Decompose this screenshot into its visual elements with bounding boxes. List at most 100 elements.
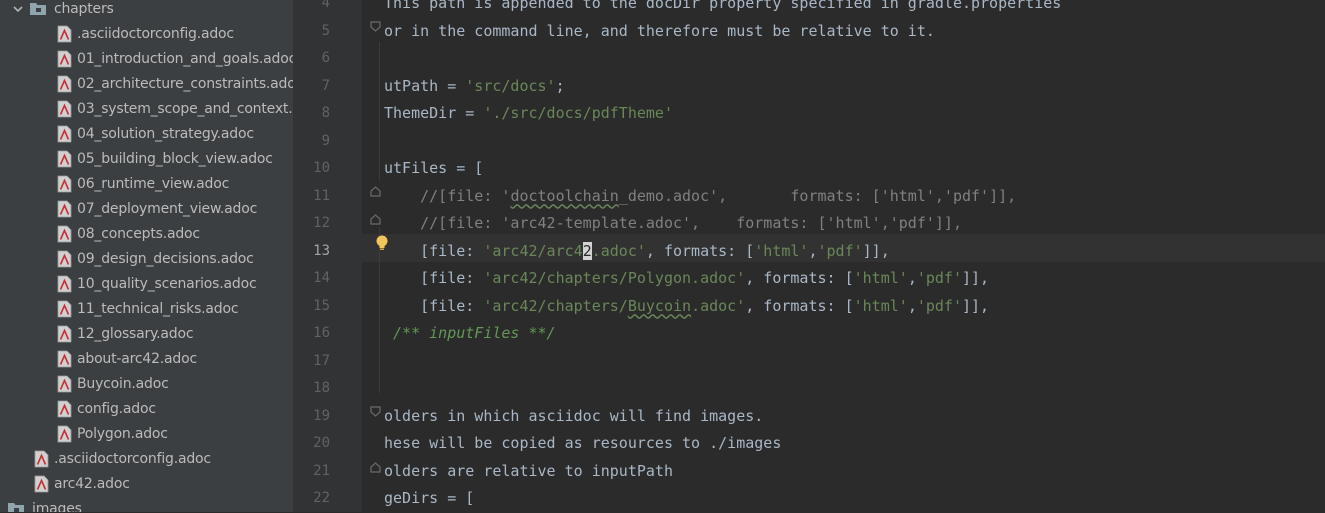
code-line[interactable]: utFiles = [ [384, 155, 483, 183]
tree-folder-images[interactable]: images [0, 496, 293, 512]
code-comment-misspelled: doctoolchain [510, 186, 619, 205]
code-line[interactable]: [file: 'arc42/chapters/Buycoin.adoc', fo… [384, 293, 989, 321]
fold-end-icon[interactable] [370, 21, 381, 32]
line-number: 14 [313, 270, 330, 286]
code-doc-comment: /** inputFiles **/ [384, 324, 556, 342]
tree-file[interactable]: Polygon.adoc [0, 421, 293, 446]
code-text: geDirs = [ [384, 489, 475, 507]
tree-file[interactable]: .asciidoctorconfig.adoc [0, 446, 293, 471]
tree-file[interactable]: 06_runtime_view.adoc [0, 171, 293, 196]
tree-file-label: 06_runtime_view.adoc [77, 175, 230, 192]
asciidoc-file-icon [57, 150, 72, 168]
fold-start-icon[interactable] [370, 186, 381, 197]
code-line[interactable]: //[file: 'arc42-template.adoc', formats:… [384, 210, 962, 238]
tree-file[interactable]: 12_glossary.adoc [0, 321, 293, 346]
code-text: ThemeDir = [384, 104, 484, 122]
line-number: 19 [313, 407, 330, 424]
tree-file-label: 11_technical_risks.adoc [77, 300, 239, 317]
code-text: or in the command line, and therefore mu… [384, 21, 935, 40]
code-line[interactable]: /** inputFiles **/ [384, 320, 556, 348]
asciidoc-file-icon [57, 350, 72, 368]
asciidoc-file-icon [57, 75, 72, 93]
code-line[interactable]: This path is appended to the docDir prop… [384, 0, 1061, 18]
code-text: [file: [384, 296, 484, 315]
fold-start-icon[interactable] [370, 406, 381, 417]
asciidoc-file-icon [57, 300, 72, 318]
code-string: 'src/docs' [465, 76, 556, 95]
asciidoc-file-icon [57, 125, 72, 143]
tree-file[interactable]: 05_building_block_view.adoc [0, 146, 293, 171]
tree-file[interactable]: 11_technical_risks.adoc [0, 296, 293, 321]
lightbulb-icon[interactable] [375, 235, 389, 251]
line-number: 4 [321, 0, 330, 11]
line-number: 17 [313, 352, 330, 369]
tree-file[interactable]: about-arc42.adoc [0, 346, 293, 371]
code-string: 'arc42/chapters/Polygon.adoc' [483, 269, 746, 287]
code-line[interactable]: //[file: 'doctoolchain_demo.adoc', forma… [384, 183, 1016, 211]
code-text: , formats: [ [745, 269, 854, 287]
tree-file[interactable]: 10_quality_scenarios.adoc [0, 271, 293, 296]
code-line[interactable]: olders in which asciidoc will find image… [384, 403, 763, 431]
code-text: [file: [384, 241, 484, 260]
tree-file-label: 07_deployment_view.adoc [77, 200, 258, 217]
tree-folder-chapters[interactable]: chapters [0, 0, 293, 21]
tree-file-label: 04_solution_strategy.adoc [77, 125, 254, 142]
code-text: ]], [962, 296, 990, 315]
tree-file-label: .asciidoctorconfig.adoc [77, 25, 234, 42]
code-text: olders in which asciidoc will find image… [384, 406, 764, 425]
code-text: , formats: [ [645, 241, 755, 260]
line-number: 22 [313, 490, 330, 506]
code-line[interactable]: [file: 'arc42/chapters/Polygon.adoc', fo… [384, 265, 989, 293]
chevron-down-icon[interactable] [12, 3, 24, 15]
tree-file[interactable]: 08_concepts.adoc [0, 221, 293, 246]
tree-file[interactable]: 04_solution_strategy.adoc [0, 121, 293, 146]
tree-file-label: about-arc42.adoc [77, 350, 197, 367]
code-text: [file: [384, 269, 484, 287]
tree-file-label: 10_quality_scenarios.adoc [77, 275, 257, 292]
code-string: 'pdf' [817, 241, 863, 260]
line-number: 9 [321, 132, 330, 149]
code-text: hese will be copied as resources to ./im… [384, 434, 782, 452]
tree-file[interactable]: 01_introduction_and_goals.adoc [0, 46, 293, 71]
tree-file[interactable]: 09_design_decisions.adoc [0, 246, 293, 271]
asciidoc-file-icon [57, 200, 72, 218]
code-line[interactable]: ThemeDir = './src/docs/pdfTheme' [384, 100, 673, 128]
code-text: utFiles = [ [384, 159, 484, 177]
code-line[interactable]: utPath = 'src/docs'; [384, 73, 565, 101]
tree-file-label: arc42.adoc [54, 475, 130, 492]
code-text: This path is appended to the docDir prop… [384, 0, 1062, 12]
code-line[interactable]: geDirs = [ [384, 485, 474, 513]
fold-end-icon[interactable] [370, 462, 381, 473]
indent-guide [379, 227, 380, 393]
tree-file[interactable]: config.adoc [0, 396, 293, 421]
code-string: 'html' [754, 241, 809, 260]
tree-file[interactable]: 02_architecture_constraints.adoc [0, 71, 293, 96]
code-line[interactable]: hese will be copied as resources to ./im… [384, 430, 781, 458]
asciidoc-file-icon [57, 275, 72, 293]
code-text: , [907, 296, 917, 315]
tree-file[interactable]: .asciidoctorconfig.adoc [0, 21, 293, 46]
tree-file[interactable]: arc42.adoc [0, 471, 293, 496]
tree-file-label: 08_concepts.adoc [77, 225, 200, 242]
tree-file[interactable]: Buycoin.adoc [0, 371, 293, 396]
code-line[interactable]: or in the command line, and therefore mu… [384, 18, 935, 46]
project-tree: chapters .asciidoctorconfig.adoc 01_intro… [0, 0, 293, 512]
code-line[interactable]: [file: 'arc42/arc42.adoc', formats: ['ht… [384, 238, 890, 266]
line-number: 5 [321, 22, 330, 39]
code-text: , formats: [ [745, 296, 854, 315]
code-string: 'arc42/arc4 [483, 241, 583, 260]
code-comment: //[file: ' [384, 186, 511, 205]
tree-file-label: 01_introduction_and_goals.adoc [77, 50, 293, 67]
code-string: 'html' [853, 296, 908, 315]
code-string: .adoc' [591, 241, 646, 260]
tree-file[interactable]: 03_system_scope_and_context.adoc [0, 96, 293, 121]
asciidoc-file-icon [34, 475, 49, 493]
asciidoc-file-icon [57, 250, 72, 268]
tree-file-label: Polygon.adoc [77, 425, 168, 442]
fold-start-icon[interactable] [370, 214, 381, 225]
code-line[interactable]: olders are relative to inputPath [384, 458, 673, 486]
folder-icon [8, 502, 24, 512]
code-text: , [907, 269, 917, 287]
code-text: , [808, 241, 818, 260]
tree-file[interactable]: 07_deployment_view.adoc [0, 196, 293, 221]
